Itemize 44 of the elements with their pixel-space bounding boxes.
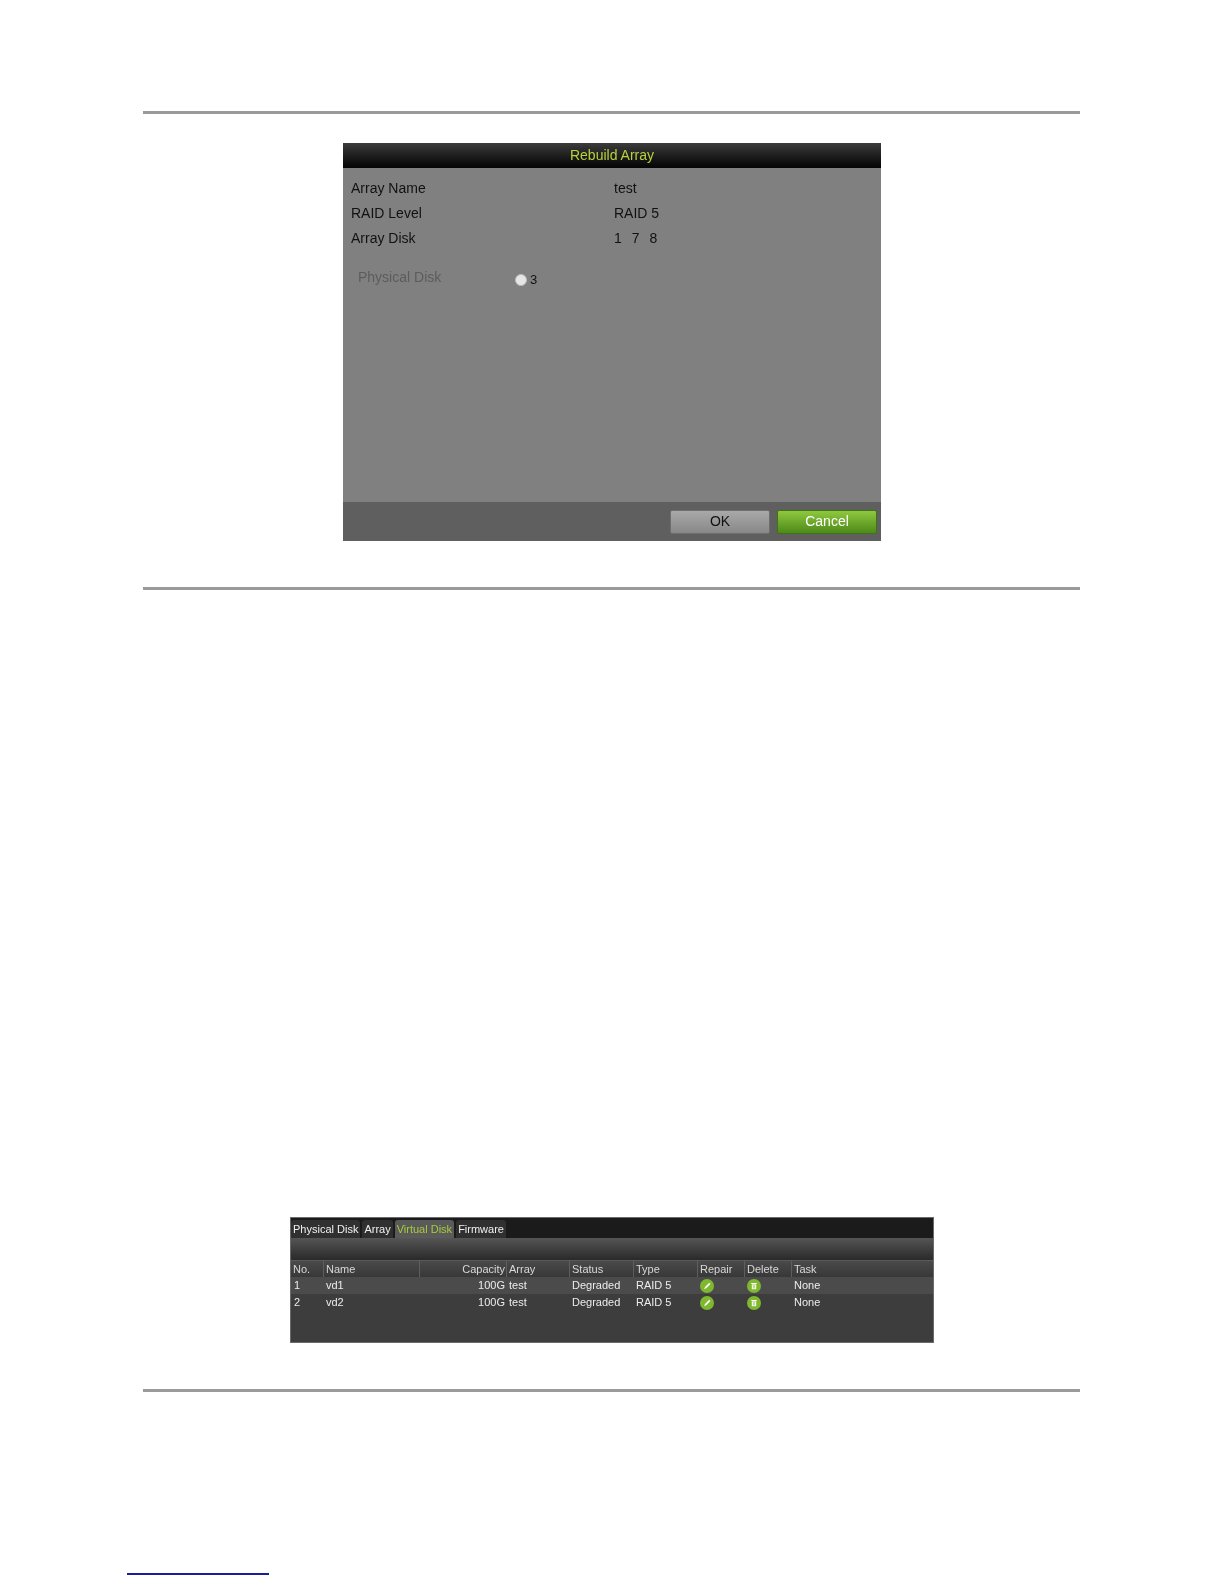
- table-cell-text: None: [794, 1278, 821, 1294]
- pencil-icon[interactable]: [700, 1295, 714, 1310]
- dialog-title: Rebuild Array: [343, 143, 881, 168]
- column-header: Type: [636, 1261, 660, 1277]
- trash-icon[interactable]: [747, 1295, 761, 1310]
- column-header: Name: [326, 1261, 356, 1277]
- tab[interactable]: Virtual Disk: [394, 1220, 455, 1238]
- pencil-icon[interactable]: [700, 1278, 714, 1293]
- field-label: Array Disk: [351, 229, 417, 248]
- table-cell-text: RAID 5: [636, 1295, 672, 1311]
- column-header: Array: [509, 1261, 536, 1277]
- field-value: RAID 5: [614, 204, 660, 223]
- column-header: No.: [293, 1261, 311, 1277]
- table-cell-text: test: [509, 1278, 527, 1294]
- table-cell-text: 1: [294, 1278, 301, 1294]
- column-header: Delete: [747, 1261, 779, 1277]
- field-label: Array Name: [351, 179, 427, 198]
- disk-number: 1: [614, 229, 622, 248]
- disk-number: 7: [631, 229, 640, 248]
- ok-button[interactable]: OK: [670, 509, 770, 534]
- table-cell-text: 100G: [478, 1278, 505, 1294]
- column-header: Status: [572, 1261, 604, 1277]
- trash-icon[interactable]: [747, 1278, 761, 1293]
- column-header: Task: [794, 1261, 817, 1277]
- table-cell-text: 2: [294, 1295, 301, 1311]
- tab[interactable]: Physical Disk: [291, 1220, 361, 1238]
- field-label: RAID Level: [351, 204, 423, 223]
- table-row[interactable]: 1 vd1 100G test Degraded RAID 5 None: [291, 1277, 933, 1294]
- table-cell-text: None: [794, 1295, 821, 1311]
- table-cell-text: vd2: [326, 1295, 344, 1311]
- table-cell-text: vd1: [326, 1278, 344, 1294]
- table-cell-text: RAID 5: [636, 1278, 672, 1294]
- tab[interactable]: Firmware: [456, 1220, 506, 1238]
- radio-label: 3: [530, 270, 538, 289]
- table-cell-text: test: [509, 1295, 527, 1311]
- table-cell-text: Degraded: [572, 1278, 621, 1294]
- table-cell-text: Degraded: [572, 1295, 621, 1311]
- radio-button[interactable]: [515, 273, 527, 286]
- disk-number: 8: [649, 229, 658, 248]
- tab[interactable]: Array: [362, 1220, 393, 1238]
- column-header: Repair: [700, 1261, 733, 1277]
- table-cell-text: 100G: [478, 1295, 505, 1311]
- column-header: Capacity: [462, 1261, 505, 1277]
- field-value: test: [614, 179, 637, 198]
